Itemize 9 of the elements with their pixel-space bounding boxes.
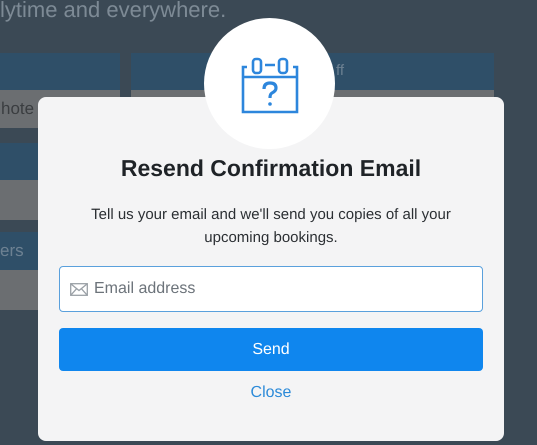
dialog-title: Resend Confirmation Email	[120, 154, 422, 183]
email-field[interactable]: Email address	[59, 266, 483, 312]
envelope-icon	[70, 283, 88, 296]
dialog-message: Tell us your email and we'll send you copies of all your upcoming bookings.	[90, 205, 452, 248]
section-label: ers	[0, 240, 24, 262]
headline: lytime and everywhere.	[0, 0, 228, 20]
close-link[interactable]: Close	[250, 381, 292, 405]
tab-label: ff	[336, 61, 344, 82]
send-button[interactable]: Send	[59, 328, 483, 371]
